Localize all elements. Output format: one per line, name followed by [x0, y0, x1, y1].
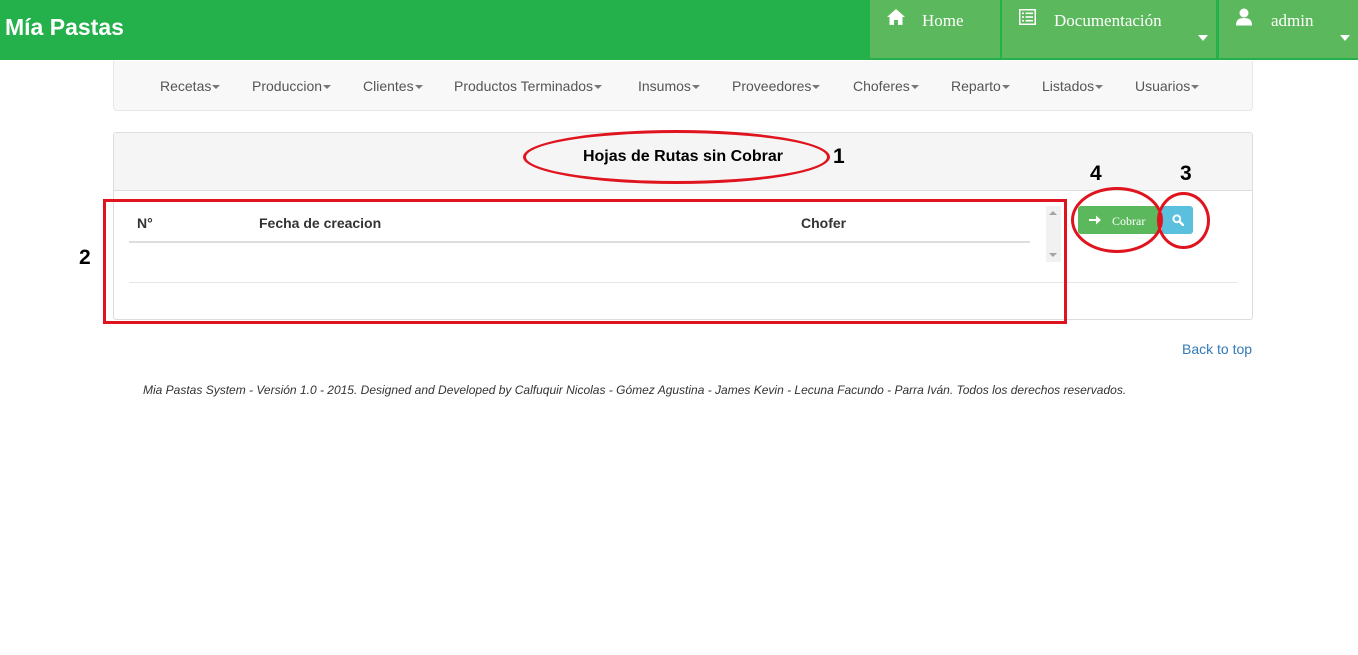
menu-recetas[interactable]: Recetas [160, 78, 221, 94]
menu-proveedores[interactable]: Proveedores [732, 78, 821, 94]
user-dropdown[interactable]: admin [1219, 0, 1358, 58]
user-label: admin [1271, 11, 1314, 30]
list-icon [1019, 9, 1036, 25]
caret-icon [323, 85, 332, 90]
menu-usuarios[interactable]: Usuarios [1135, 78, 1200, 94]
caret-icon [812, 85, 821, 90]
documentation-dropdown[interactable]: Documentación [1002, 0, 1216, 58]
menu-choferes[interactable]: Choferes [853, 78, 919, 94]
brand-logo[interactable]: Mía Pastas [5, 14, 124, 41]
home-label: Home [922, 11, 964, 30]
chevron-down-icon [1198, 35, 1208, 41]
annotation-rect-table [103, 199, 1067, 324]
footer-text: Mia Pastas System - Versión 1.0 - 2015. … [143, 383, 1127, 397]
caret-icon [414, 85, 423, 90]
caret-icon [1001, 85, 1010, 90]
annotation-number-3: 3 [1180, 162, 1192, 185]
menu-produccion[interactable]: Produccion [252, 78, 332, 94]
caret-icon [212, 85, 221, 90]
caret-icon [1191, 85, 1200, 90]
documentation-label: Documentación [1054, 11, 1162, 30]
menu-listados[interactable]: Listados [1042, 78, 1104, 94]
caret-icon [594, 85, 603, 90]
caret-icon [691, 85, 700, 90]
annotation-number-2: 2 [79, 246, 91, 269]
annotation-ellipse-search [1157, 192, 1210, 249]
menu-clientes[interactable]: Clientes [363, 78, 423, 94]
main-menu: Recetas Produccion Clientes Productos Te… [113, 61, 1253, 111]
menu-productos-terminados[interactable]: Productos Terminados [454, 78, 603, 94]
annotation-ellipse-cobrar [1071, 187, 1163, 253]
user-icon [1236, 8, 1252, 26]
menu-insumos[interactable]: Insumos [638, 78, 700, 94]
annotation-ellipse-title [523, 130, 830, 184]
caret-icon [910, 85, 919, 90]
home-button[interactable]: Home [870, 0, 1000, 58]
back-to-top-link[interactable]: Back to top [1182, 341, 1252, 357]
menu-reparto[interactable]: Reparto [951, 78, 1010, 94]
home-icon [887, 9, 905, 25]
caret-icon [1095, 85, 1104, 90]
annotation-number-4: 4 [1090, 162, 1102, 185]
top-navbar: Mía Pastas Home Documentación admin [0, 0, 1358, 60]
annotation-number-1: 1 [833, 145, 845, 168]
chevron-down-icon [1340, 35, 1350, 41]
